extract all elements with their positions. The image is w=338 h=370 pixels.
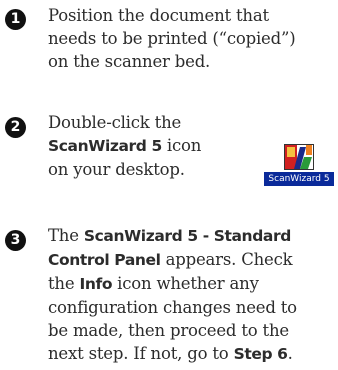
step-1-line: Position the document that (48, 6, 269, 25)
step-3-text-fragment: next step. If not, go to (48, 344, 234, 363)
step-3-line: Control Panel appears. Check (48, 248, 297, 272)
info-term: Info (79, 275, 113, 293)
step-3-line: next step. If not, go to Step 6. (48, 342, 297, 366)
scanwizard-app-icon (284, 144, 314, 170)
step-1-line: on the scanner bed. (48, 52, 211, 71)
app-name: ScanWizard 5 (48, 137, 162, 155)
panel-name: ScanWizard 5 - Standard (83, 227, 291, 245)
desktop-icon-label: ScanWizard 5 (264, 172, 334, 186)
panel-name: Control Panel (48, 251, 161, 269)
step-reference: Step 6 (233, 345, 288, 363)
step-3-text-fragment: The (48, 226, 84, 245)
scanwizard-desktop-icon[interactable]: ScanWizard 5 (264, 143, 334, 187)
step-3-line: The ScanWizard 5 - Standard (48, 224, 297, 248)
step-3-line: configuration changes need to (48, 298, 297, 317)
step-3-line: the Info icon whether any (48, 272, 297, 296)
step-3-text: The ScanWizard 5 - Standard Control Pane… (48, 224, 297, 366)
step-3-text-fragment: appears. Check (160, 250, 293, 269)
step-2-line: on your desktop. (48, 160, 185, 179)
step-number-badge: 2 (5, 117, 26, 138)
step-1-text: Position the document that needs to be p… (48, 4, 296, 73)
step-2-line: ScanWizard 5 icon (48, 134, 201, 158)
step-3-line: be made, then proceed to the (48, 321, 289, 340)
step-number-badge: 1 (5, 9, 26, 30)
step-2-line: Double-click the (48, 113, 182, 132)
step-2-text-fragment: icon (161, 136, 202, 155)
step-2-text: Double-click the ScanWizard 5 icon on yo… (48, 111, 201, 181)
step-3-text-fragment: icon whether any (112, 274, 259, 293)
step-1-line: needs to be printed (“copied”) (48, 29, 296, 48)
step-number-badge: 3 (5, 230, 26, 251)
step-3-text-fragment: . (287, 344, 293, 363)
step-3-text-fragment: the (48, 274, 80, 293)
